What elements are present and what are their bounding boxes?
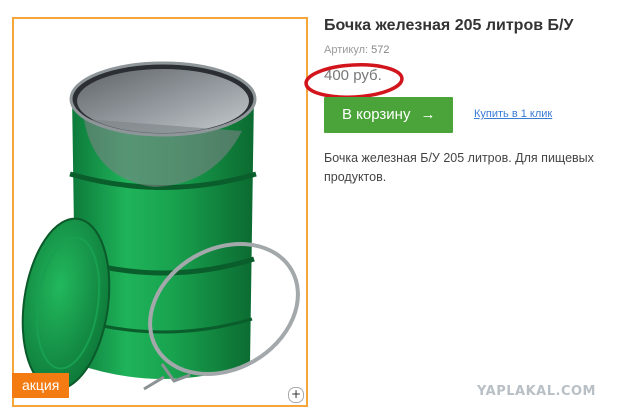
site-watermark: YAPLAKAL.COM (477, 384, 596, 399)
product-title: Бочка железная 205 литров Б/У (324, 17, 574, 34)
sku-value: 572 (371, 44, 390, 56)
sku-line: Артикул: 572 (324, 44, 390, 56)
zoom-icon[interactable]: + (288, 387, 304, 403)
barrel-product-image (21, 61, 300, 391)
promo-badge: акция (12, 373, 70, 398)
sku-label: Артикул: (324, 44, 369, 56)
product-image-gallery[interactable]: акция + (12, 17, 308, 407)
arrow-right-icon: → (420, 106, 436, 123)
buy-one-click-link[interactable]: Купить в 1 клик (474, 108, 552, 120)
price-annotation-circle (304, 63, 404, 99)
add-to-cart-label: В корзину (342, 106, 411, 123)
product-description: Бочка железная Б/У 205 литров. Для пищев… (324, 151, 594, 184)
add-to-cart-button[interactable]: В корзину → (324, 97, 453, 133)
